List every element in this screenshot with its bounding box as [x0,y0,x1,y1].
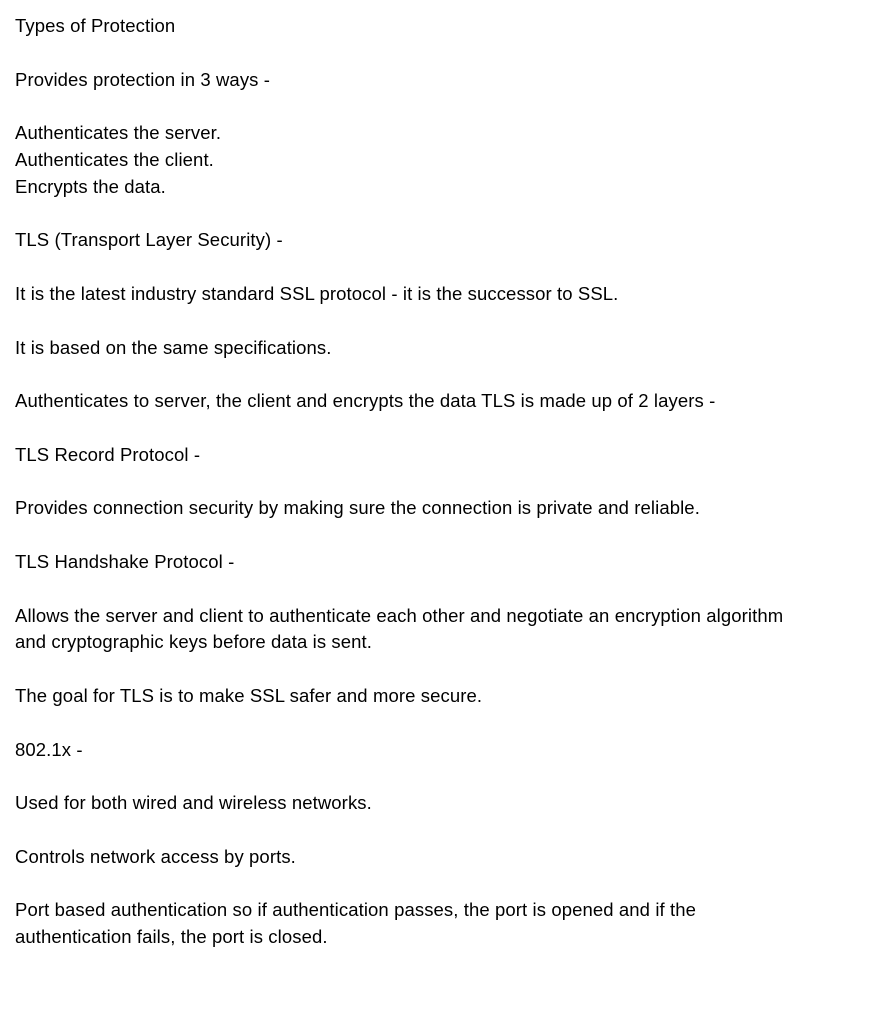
page-title: Types of Protection [15,15,176,36]
dot1x-paragraph: Used for both wired and wireless network… [15,792,372,814]
dot1x-paragraph: Controls network access by ports. [15,845,296,867]
text-line: and cryptographic keys before data is se… [15,631,373,653]
document-body: Types of Protection Provides protection … [15,13,865,978]
way-item: Authenticates the client. [15,148,214,170]
text-line: Port based authentication so if authenti… [15,899,697,921]
dot1x-paragraph: Port based authentication so if authenti… [15,897,865,951]
tls-record-heading: TLS Record Protocol - [15,443,201,465]
intro-text: Provides protection in 3 ways - [15,68,271,90]
way-item: Encrypts the data. [15,175,166,197]
way-item: Authenticates the server. [15,122,222,144]
tls-record-paragraph: Provides connection security by making s… [15,497,700,519]
tls-handshake-heading: TLS Handshake Protocol - [15,550,235,572]
text-line: Allows the server and client to authenti… [15,604,784,626]
tls-paragraph: Authenticates to server, the client and … [15,390,716,412]
tls-goal-paragraph: The goal for TLS is to make SSL safer an… [15,684,483,706]
tls-handshake-paragraph: Allows the server and client to authenti… [15,603,865,657]
protection-ways-list: Authenticates the server. Authenticates … [15,120,865,200]
tls-paragraph: It is based on the same specifications. [15,336,332,358]
tls-paragraph: It is the latest industry standard SSL p… [15,282,619,304]
dot1x-heading: 802.1x - [15,738,83,760]
tls-heading: TLS (Transport Layer Security) - [15,229,283,251]
text-line: authentication fails, the port is closed… [15,926,328,948]
